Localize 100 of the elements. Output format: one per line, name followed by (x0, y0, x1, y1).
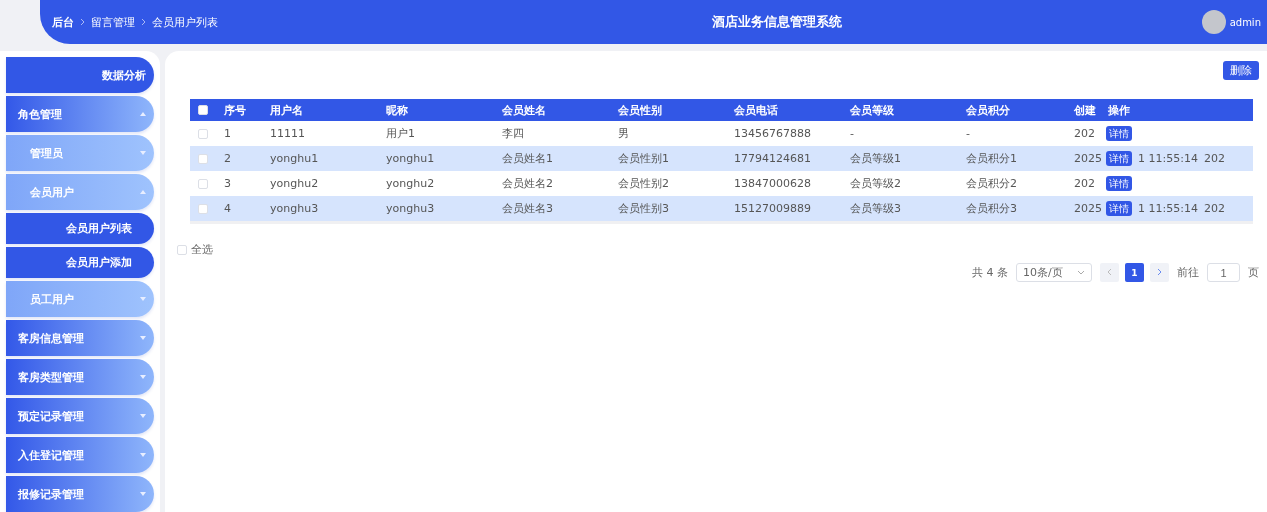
table-cell-text: 会员姓名1 (501, 151, 554, 166)
table-cell-text: 会员等级1 (849, 151, 902, 166)
table-cell-text: 202 (1202, 202, 1225, 215)
table-cell-text: 会员性别2 (617, 176, 670, 191)
checkbox[interactable] (198, 105, 208, 115)
detail-button[interactable]: 详情 (1106, 176, 1132, 191)
avatar[interactable] (1201, 10, 1226, 34)
column-header: 会员积分 (965, 102, 1011, 118)
caret-down-icon (140, 414, 146, 418)
caret-up-icon (140, 112, 146, 116)
breadcrumb-link[interactable]: 后台 (52, 14, 74, 30)
breadcrumb-link[interactable]: 会员用户列表 (152, 14, 218, 30)
sidebar-item[interactable]: 入住登记管理 (6, 437, 154, 473)
table-cell-text: 3 (223, 177, 232, 190)
table-cell-text: yonghu3 (385, 202, 436, 215)
detail-button[interactable]: 详情 (1106, 201, 1132, 216)
table-cell-text: 会员姓名3 (501, 201, 554, 216)
column-header: 会员电话 (733, 102, 779, 118)
checkbox[interactable] (198, 128, 208, 139)
chevron-right-icon (1157, 267, 1162, 276)
table-cell-text: 会员积分3 (965, 201, 1018, 216)
table-cell-text: 13456767888 (733, 127, 812, 140)
caret-down-icon (140, 492, 146, 496)
sidebar-item[interactable]: 数据分析 (6, 57, 154, 93)
prev-page-button[interactable] (1100, 263, 1119, 282)
table-cell-text: 1 11:55:14 (1137, 152, 1198, 165)
caret-down-icon (140, 453, 146, 457)
total-count: 共 4 条 (972, 265, 1008, 280)
table-cell-text: 会员积分1 (965, 151, 1018, 166)
column-header: 序号 (223, 102, 247, 118)
table-cell-text: 202 (1073, 127, 1096, 140)
column-header: 会员姓名 (501, 102, 547, 118)
sidebar-item[interactable]: 预定记录管理 (6, 398, 154, 434)
table-cell-text: 11111 (269, 127, 306, 140)
delete-button[interactable]: 删除 (1223, 61, 1259, 80)
select-all-label[interactable]: 全选 (191, 242, 213, 257)
caret-down-icon (140, 336, 146, 340)
table-cell-text: 2 (223, 152, 232, 165)
table-cell-text: 1 11:55:14 (1137, 202, 1198, 215)
page-input[interactable]: 1 (1207, 263, 1240, 282)
caret-down-icon (140, 297, 146, 301)
breadcrumb-link[interactable]: 留言管理 (91, 14, 135, 30)
table-cell-text: 会员性别3 (617, 201, 670, 216)
table-cell-text: 会员性别1 (617, 151, 670, 166)
detail-button[interactable]: 详情 (1106, 126, 1132, 141)
table-cell-text: 1 (223, 127, 232, 140)
caret-down-icon (140, 375, 146, 379)
caret-up-icon (140, 190, 146, 194)
table-cell-text: 17794124681 (733, 152, 812, 165)
table-cell-text: 4 (223, 202, 232, 215)
page-size-select[interactable]: 10条/页 (1016, 263, 1092, 282)
table-row[interactable]: 4 yonghu3 yonghu3 会员姓名3 会员性别3 15127009889 会员等级3 会员积分3 2025 详情 1 11:55:14 202 (190, 196, 1253, 221)
next-page-button[interactable] (1150, 263, 1169, 282)
table-cell-text: - (965, 127, 971, 140)
user-name[interactable]: admin (1229, 16, 1261, 28)
table-cell-text: 用户1 (385, 126, 416, 141)
column-header: 会员等级 (849, 102, 895, 118)
chevron-right-icon (141, 18, 146, 26)
table-cell-text: 会员等级2 (849, 176, 902, 191)
table-cell-text: 会员等级3 (849, 201, 902, 216)
sidebar-item[interactable]: 客房类型管理 (6, 359, 154, 395)
table-cell-text: yonghu1 (269, 152, 320, 165)
table-cell-text: yonghu2 (385, 177, 436, 190)
table-cell-text: 会员姓名2 (501, 176, 554, 191)
table-cell-text: - (849, 127, 855, 140)
table-cell-text: yonghu1 (385, 152, 436, 165)
column-header: 操作 (1107, 102, 1131, 118)
sidebar-item[interactable]: 报修记录管理 (6, 476, 154, 512)
table-cell-text: yonghu2 (269, 177, 320, 190)
chevron-down-icon (1077, 270, 1085, 275)
chevron-left-icon (1107, 267, 1112, 276)
checkbox[interactable] (198, 203, 208, 214)
table-cell-text: 13847000628 (733, 177, 812, 190)
goto-label: 前往 (1177, 265, 1199, 280)
detail-button[interactable]: 详情 (1106, 151, 1132, 166)
column-header: 会员性别 (617, 102, 663, 118)
table-row[interactable]: 2 yonghu1 yonghu1 会员姓名1 会员性别1 17794124681 会员等级1 会员积分1 2025 详情 1 11:55:14 202 (190, 146, 1253, 171)
sidebar-item[interactable]: 客房信息管理 (6, 320, 154, 356)
table-cell-text: 202 (1202, 152, 1225, 165)
caret-down-icon (140, 151, 146, 155)
sidebar-item[interactable]: 会员用户列表 (6, 213, 154, 244)
table-cell-text: 会员积分2 (965, 176, 1018, 191)
table-cell-text: 2025 (1073, 202, 1103, 215)
checkbox[interactable] (198, 153, 208, 164)
page-button[interactable]: 1 (1125, 263, 1144, 282)
table-cell-text: 李四 (501, 126, 525, 141)
app-title: 酒店业务信息管理系统 (710, 13, 843, 31)
checkbox[interactable] (198, 178, 208, 189)
table-cell-text: 15127009889 (733, 202, 812, 215)
page-suffix: 页 (1248, 265, 1259, 280)
column-header: 昵称 (385, 102, 409, 118)
column-header: 用户名 (269, 102, 304, 118)
table-cell-text: yonghu3 (269, 202, 320, 215)
sidebar-item[interactable]: 会员用户添加 (6, 247, 154, 278)
table-cell-text: 男 (617, 126, 630, 141)
checkbox[interactable] (177, 244, 187, 255)
table-cell-text: 2025 (1073, 152, 1103, 165)
sidebar-item[interactable]: 角色管理 (6, 96, 154, 132)
column-header: 创建 (1073, 102, 1097, 118)
chevron-right-icon (80, 18, 85, 26)
